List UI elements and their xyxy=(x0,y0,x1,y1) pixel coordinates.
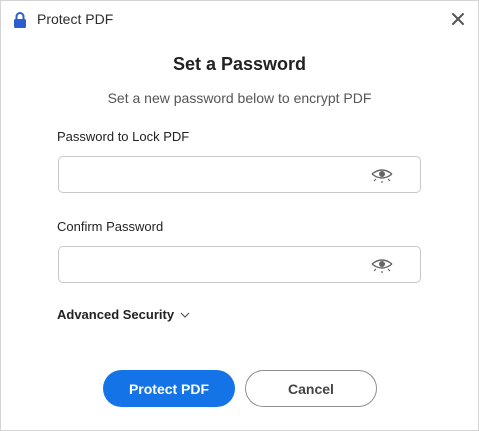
password-label: Password to Lock PDF xyxy=(57,129,190,144)
advanced-security-toggle[interactable]: Advanced Security xyxy=(57,307,190,322)
password-field[interactable] xyxy=(58,156,421,193)
close-icon[interactable] xyxy=(448,9,468,29)
confirm-password-input[interactable] xyxy=(67,253,361,279)
eye-icon[interactable] xyxy=(370,165,394,185)
chevron-down-icon xyxy=(180,312,190,318)
dialog-heading: Set a Password xyxy=(172,54,307,74)
dialog-subheading: Set a new password below to encrypt PDF xyxy=(107,90,372,106)
eye-icon[interactable] xyxy=(370,255,394,275)
lock-icon xyxy=(14,12,26,28)
cancel-button[interactable]: Cancel xyxy=(245,370,377,407)
protect-pdf-button[interactable]: Protect PDF xyxy=(103,370,235,407)
title-bar: Protect PDF xyxy=(1,1,478,39)
protect-pdf-dialog: Protect PDF Set a Password Set a new pas… xyxy=(0,0,479,431)
window-title: Protect PDF xyxy=(37,11,114,27)
confirm-password-field[interactable] xyxy=(58,246,421,283)
confirm-password-label: Confirm Password xyxy=(57,219,164,234)
password-input[interactable] xyxy=(67,163,361,189)
advanced-security-label: Advanced Security xyxy=(57,307,175,322)
